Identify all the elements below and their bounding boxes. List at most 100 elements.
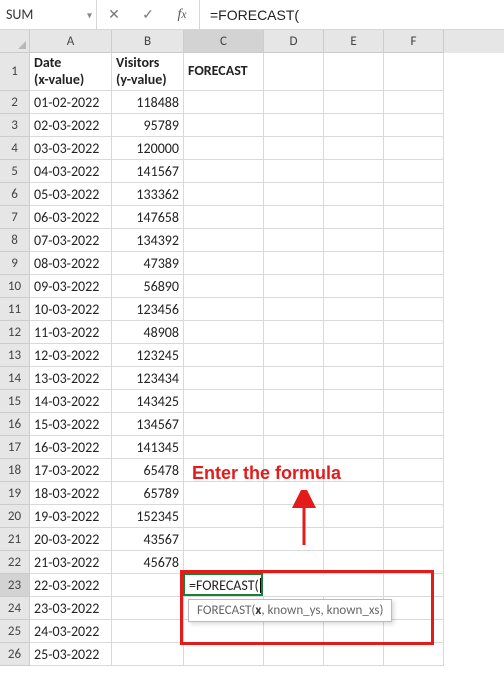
row-header[interactable]: 2	[0, 91, 30, 114]
cell-B5[interactable]: 141567	[112, 160, 184, 183]
row-header[interactable]: 8	[0, 229, 30, 252]
cell-D4[interactable]	[264, 137, 324, 160]
cell-F7[interactable]	[384, 206, 444, 229]
col-header-E[interactable]: E	[324, 30, 384, 53]
cell-A17[interactable]: 16-03-2022	[30, 436, 112, 459]
cell-C5[interactable]	[184, 160, 264, 183]
cell-B1[interactable]: Visitors (y-value)	[112, 53, 184, 91]
row-header[interactable]: 3	[0, 114, 30, 137]
cell-C6[interactable]	[184, 183, 264, 206]
cell-E7[interactable]	[324, 206, 384, 229]
cell-C12[interactable]	[184, 321, 264, 344]
cell-F13[interactable]	[384, 344, 444, 367]
cell-D12[interactable]	[264, 321, 324, 344]
cell-E16[interactable]	[324, 413, 384, 436]
cell-C21[interactable]	[184, 528, 264, 551]
cell-A4[interactable]: 03-03-2022	[30, 137, 112, 160]
row-header[interactable]: 25	[0, 620, 30, 643]
row-header[interactable]: 16	[0, 413, 30, 436]
cell-A20[interactable]: 19-03-2022	[30, 505, 112, 528]
cell-A14[interactable]: 13-03-2022	[30, 367, 112, 390]
cell-E9[interactable]	[324, 252, 384, 275]
cell-E1[interactable]	[324, 53, 384, 91]
cell-E11[interactable]	[324, 298, 384, 321]
cell-A5[interactable]: 04-03-2022	[30, 160, 112, 183]
cell-C10[interactable]	[184, 275, 264, 298]
row-header[interactable]: 1	[0, 53, 30, 91]
cell-E6[interactable]	[324, 183, 384, 206]
cell-D7[interactable]	[264, 206, 324, 229]
cell-D2[interactable]	[264, 91, 324, 114]
row-header[interactable]: 9	[0, 252, 30, 275]
cell-F16[interactable]	[384, 413, 444, 436]
cell-B9[interactable]: 47389	[112, 252, 184, 275]
cell-A21[interactable]: 20-03-2022	[30, 528, 112, 551]
cell-A1[interactable]: Date (x-value)	[30, 53, 112, 91]
col-header-C[interactable]: C	[184, 30, 264, 53]
cell-A7[interactable]: 06-03-2022	[30, 206, 112, 229]
cell-A25[interactable]: 24-03-2022	[30, 620, 112, 643]
cell-A12[interactable]: 11-03-2022	[30, 321, 112, 344]
cell-C13[interactable]	[184, 344, 264, 367]
cell-B2[interactable]: 118488	[112, 91, 184, 114]
cell-D16[interactable]	[264, 413, 324, 436]
cell-C11[interactable]	[184, 298, 264, 321]
cell-D14[interactable]	[264, 367, 324, 390]
cell-D6[interactable]	[264, 183, 324, 206]
col-header-D[interactable]: D	[264, 30, 324, 53]
cell-F1[interactable]	[384, 53, 444, 91]
cell-E12[interactable]	[324, 321, 384, 344]
cell-F8[interactable]	[384, 229, 444, 252]
cell-E5[interactable]	[324, 160, 384, 183]
cell-E14[interactable]	[324, 367, 384, 390]
cell-B12[interactable]: 48908	[112, 321, 184, 344]
cell-D10[interactable]	[264, 275, 324, 298]
cell-B22[interactable]: 45678	[112, 551, 184, 574]
cell-A9[interactable]: 08-03-2022	[30, 252, 112, 275]
col-header-F[interactable]: F	[384, 30, 444, 53]
cell-E26[interactable]	[324, 643, 384, 666]
chevron-down-icon[interactable]: ▾	[87, 8, 92, 21]
cell-C15[interactable]	[184, 390, 264, 413]
cell-F2[interactable]	[384, 91, 444, 114]
cell-F5[interactable]	[384, 160, 444, 183]
cell-D26[interactable]	[264, 643, 324, 666]
row-header[interactable]: 5	[0, 160, 30, 183]
cell-A23[interactable]: 22-03-2022	[30, 574, 112, 597]
cell-E8[interactable]	[324, 229, 384, 252]
cell-B18[interactable]: 65478	[112, 459, 184, 482]
name-box[interactable]: SUM ▾	[0, 0, 97, 29]
cell-C1[interactable]: FORECAST	[184, 53, 264, 91]
cell-C2[interactable]	[184, 91, 264, 114]
row-header[interactable]: 26	[0, 643, 30, 666]
cell-C8[interactable]	[184, 229, 264, 252]
cell-A2[interactable]: 01-02-2022	[30, 91, 112, 114]
row-header[interactable]: 20	[0, 505, 30, 528]
cell-E21[interactable]	[324, 528, 384, 551]
row-header[interactable]: 23	[0, 574, 30, 597]
cell-A22[interactable]: 21-03-2022	[30, 551, 112, 574]
row-header[interactable]: 21	[0, 528, 30, 551]
cell-D3[interactable]	[264, 114, 324, 137]
cell-E3[interactable]	[324, 114, 384, 137]
cell-E19[interactable]	[324, 482, 384, 505]
row-header[interactable]: 4	[0, 137, 30, 160]
cell-D17[interactable]	[264, 436, 324, 459]
cell-B16[interactable]: 134567	[112, 413, 184, 436]
cell-B11[interactable]: 123456	[112, 298, 184, 321]
row-header[interactable]: 13	[0, 344, 30, 367]
select-all-corner[interactable]	[0, 30, 30, 53]
col-header-B[interactable]: B	[112, 30, 184, 53]
cell-A11[interactable]: 10-03-2022	[30, 298, 112, 321]
cell-F6[interactable]	[384, 183, 444, 206]
cell-F19[interactable]	[384, 482, 444, 505]
cell-F9[interactable]	[384, 252, 444, 275]
cell-C19[interactable]	[184, 482, 264, 505]
cell-A19[interactable]: 18-03-2022	[30, 482, 112, 505]
cell-F21[interactable]	[384, 528, 444, 551]
cell-A18[interactable]: 17-03-2022	[30, 459, 112, 482]
cell-D13[interactable]	[264, 344, 324, 367]
cell-B19[interactable]: 65789	[112, 482, 184, 505]
cell-A16[interactable]: 15-03-2022	[30, 413, 112, 436]
cell-B21[interactable]: 43567	[112, 528, 184, 551]
